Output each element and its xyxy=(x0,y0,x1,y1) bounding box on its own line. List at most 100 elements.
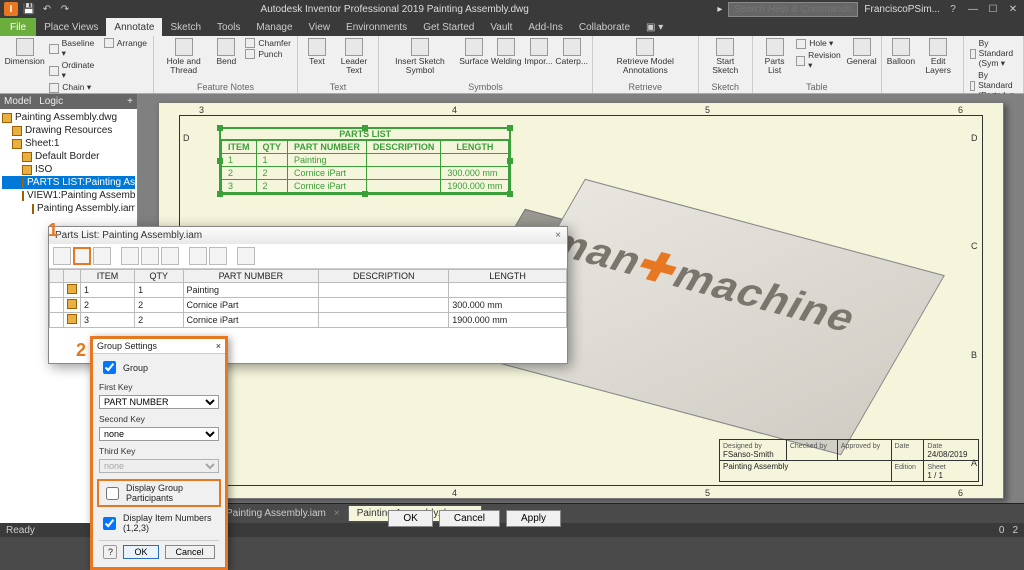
tab-tools[interactable]: Tools xyxy=(209,18,248,36)
tab-collaborate[interactable]: Collaborate xyxy=(571,18,638,36)
tab-place-views[interactable]: Place Views xyxy=(36,18,106,36)
tree-node[interactable]: Default Border xyxy=(2,150,135,163)
start-sketch-button[interactable]: Start Sketch xyxy=(705,38,746,74)
tab-annotate[interactable]: Annotate xyxy=(106,18,162,36)
group-settings-button[interactable] xyxy=(73,247,91,265)
tree-node[interactable]: Sheet:1 xyxy=(2,137,135,150)
browser-tab-model[interactable]: Model xyxy=(4,96,31,107)
toolbar-btn[interactable] xyxy=(141,247,159,265)
minimize-icon[interactable]: — xyxy=(966,2,980,16)
text-button[interactable]: Text xyxy=(304,38,330,66)
dialog-titlebar[interactable]: Parts List: Painting Assembly.iam × xyxy=(49,227,567,244)
status-count: 0 xyxy=(999,525,1005,536)
parts-list-table[interactable]: PARTS LIST ITEM QTY PART NUMBER DESCRIPT… xyxy=(219,127,511,195)
user-name[interactable]: FranciscoPSim... xyxy=(864,4,940,15)
ok-button[interactable]: OK xyxy=(388,510,432,527)
tab-extra-icon[interactable]: ▣ ▾ xyxy=(638,18,671,36)
tab-manage[interactable]: Manage xyxy=(248,18,300,36)
arrange-button[interactable]: Arrange xyxy=(104,38,147,48)
balloon-button[interactable]: Balloon xyxy=(888,38,914,66)
tab-vault[interactable]: Vault xyxy=(482,18,520,36)
qat-undo-icon[interactable]: ↶ xyxy=(40,2,54,16)
grip-handle[interactable] xyxy=(217,125,223,131)
cancel-button[interactable]: Cancel xyxy=(439,510,500,527)
hole-thread-button[interactable]: Hole and Thread xyxy=(160,38,207,74)
welding-button[interactable]: Welding xyxy=(493,38,520,66)
tab-file[interactable]: File xyxy=(0,18,36,36)
surface-button[interactable]: Surface xyxy=(461,38,487,66)
qat-redo-icon[interactable]: ↷ xyxy=(58,2,72,16)
toolbar-btn[interactable] xyxy=(237,247,255,265)
grip-handle[interactable] xyxy=(217,158,223,164)
tab-environments[interactable]: Environments xyxy=(338,18,415,36)
grip-handle[interactable] xyxy=(507,191,513,197)
leader-text-button[interactable]: Leader Text xyxy=(336,38,372,74)
table-row[interactable]: 32Cornice iPart1900.000 mm xyxy=(50,313,567,328)
browser-header: Model Logic + xyxy=(0,94,137,109)
parts-list-button[interactable]: Parts List xyxy=(759,38,790,74)
toolbar-btn[interactable] xyxy=(93,247,111,265)
general-button[interactable]: General xyxy=(848,38,875,66)
table-row[interactable]: 11Painting xyxy=(50,283,567,298)
first-key-select[interactable]: PART NUMBER xyxy=(99,395,219,409)
chain-button[interactable]: Chain ▾ xyxy=(49,82,97,93)
format-style-dropdown[interactable]: By Standard (Sym ▾ xyxy=(970,38,1018,69)
apply-button[interactable]: Apply xyxy=(506,510,561,527)
grip-handle[interactable] xyxy=(507,125,513,131)
baseline-button[interactable]: Baseline ▾ xyxy=(49,38,97,59)
punch-button[interactable]: Punch xyxy=(245,49,291,59)
toolbar-btn[interactable] xyxy=(121,247,139,265)
ok-button[interactable]: OK xyxy=(123,545,158,559)
view-icon xyxy=(22,191,24,201)
chamfer-button[interactable]: Chamfer xyxy=(245,38,291,48)
grip-handle[interactable] xyxy=(217,191,223,197)
retrieve-annotations-button[interactable]: Retrieve Model Annotations xyxy=(599,38,692,74)
caterpillar-button[interactable]: Caterp... xyxy=(558,38,586,66)
grip-handle[interactable] xyxy=(362,191,368,197)
display-item-numbers-input[interactable] xyxy=(103,517,116,530)
toolbar-btn[interactable] xyxy=(189,247,207,265)
maximize-icon[interactable]: ☐ xyxy=(986,2,1000,16)
dialog-close-icon[interactable]: × xyxy=(555,230,561,241)
display-item-numbers-checkbox[interactable]: Display Item Numbers (1,2,3) xyxy=(99,513,219,533)
display-participants-checkbox[interactable]: Display Group Participants xyxy=(102,483,216,503)
grip-handle[interactable] xyxy=(507,158,513,164)
hole-button[interactable]: Hole ▾ xyxy=(796,38,842,49)
tab-sketch[interactable]: Sketch xyxy=(162,18,209,36)
help-icon[interactable]: ? xyxy=(103,545,117,559)
dialog2-close-icon[interactable]: × xyxy=(216,341,221,351)
browser-tab-logic[interactable]: Logic xyxy=(39,96,63,107)
tree-node[interactable]: VIEW1:Painting Assembly.iam xyxy=(2,189,135,202)
toolbar-btn[interactable] xyxy=(161,247,179,265)
tab-get-started[interactable]: Get Started xyxy=(415,18,482,36)
bend-button[interactable]: Bend xyxy=(213,38,239,66)
second-key-select[interactable]: none xyxy=(99,427,219,441)
tab-view[interactable]: View xyxy=(301,18,339,36)
edit-layers-button[interactable]: Edit Layers xyxy=(920,38,957,74)
qat-save-icon[interactable]: 💾 xyxy=(22,2,36,16)
close-icon[interactable]: ✕ xyxy=(1006,2,1020,16)
revision-button[interactable]: Revision ▾ xyxy=(796,50,842,71)
browser-add-icon[interactable]: + xyxy=(127,96,133,107)
dimension-button[interactable]: Dimension xyxy=(6,38,43,66)
tree-node[interactable]: ISO xyxy=(2,163,135,176)
tab-addins[interactable]: Add-Ins xyxy=(520,18,570,36)
help-search-input[interactable] xyxy=(728,2,858,17)
toolbar-btn[interactable] xyxy=(53,247,71,265)
help-icon[interactable]: ? xyxy=(946,2,960,16)
toolbar-btn[interactable] xyxy=(209,247,227,265)
dialog2-titlebar[interactable]: Group Settings × xyxy=(93,339,225,354)
table-row[interactable]: 22Cornice iPart300.000 mm xyxy=(50,298,567,313)
group-check-input[interactable] xyxy=(103,361,116,374)
import-button[interactable]: Impor... xyxy=(526,38,552,66)
grip-handle[interactable] xyxy=(362,125,368,131)
tree-node[interactable]: Painting Assembly.dwg xyxy=(2,111,135,124)
tree-node-selected[interactable]: PARTS LIST:Painting Assembly.iam xyxy=(2,176,135,189)
cancel-button[interactable]: Cancel xyxy=(165,545,215,559)
tree-node[interactable]: Drawing Resources xyxy=(2,124,135,137)
group-checkbox[interactable]: Group xyxy=(99,358,219,377)
tree-node[interactable]: Painting Assembly.iam xyxy=(2,202,135,215)
ordinate-button[interactable]: Ordinate ▾ xyxy=(49,60,97,81)
display-participants-input[interactable] xyxy=(106,487,119,500)
insert-sketch-symbol-button[interactable]: Insert Sketch Symbol xyxy=(385,38,455,74)
